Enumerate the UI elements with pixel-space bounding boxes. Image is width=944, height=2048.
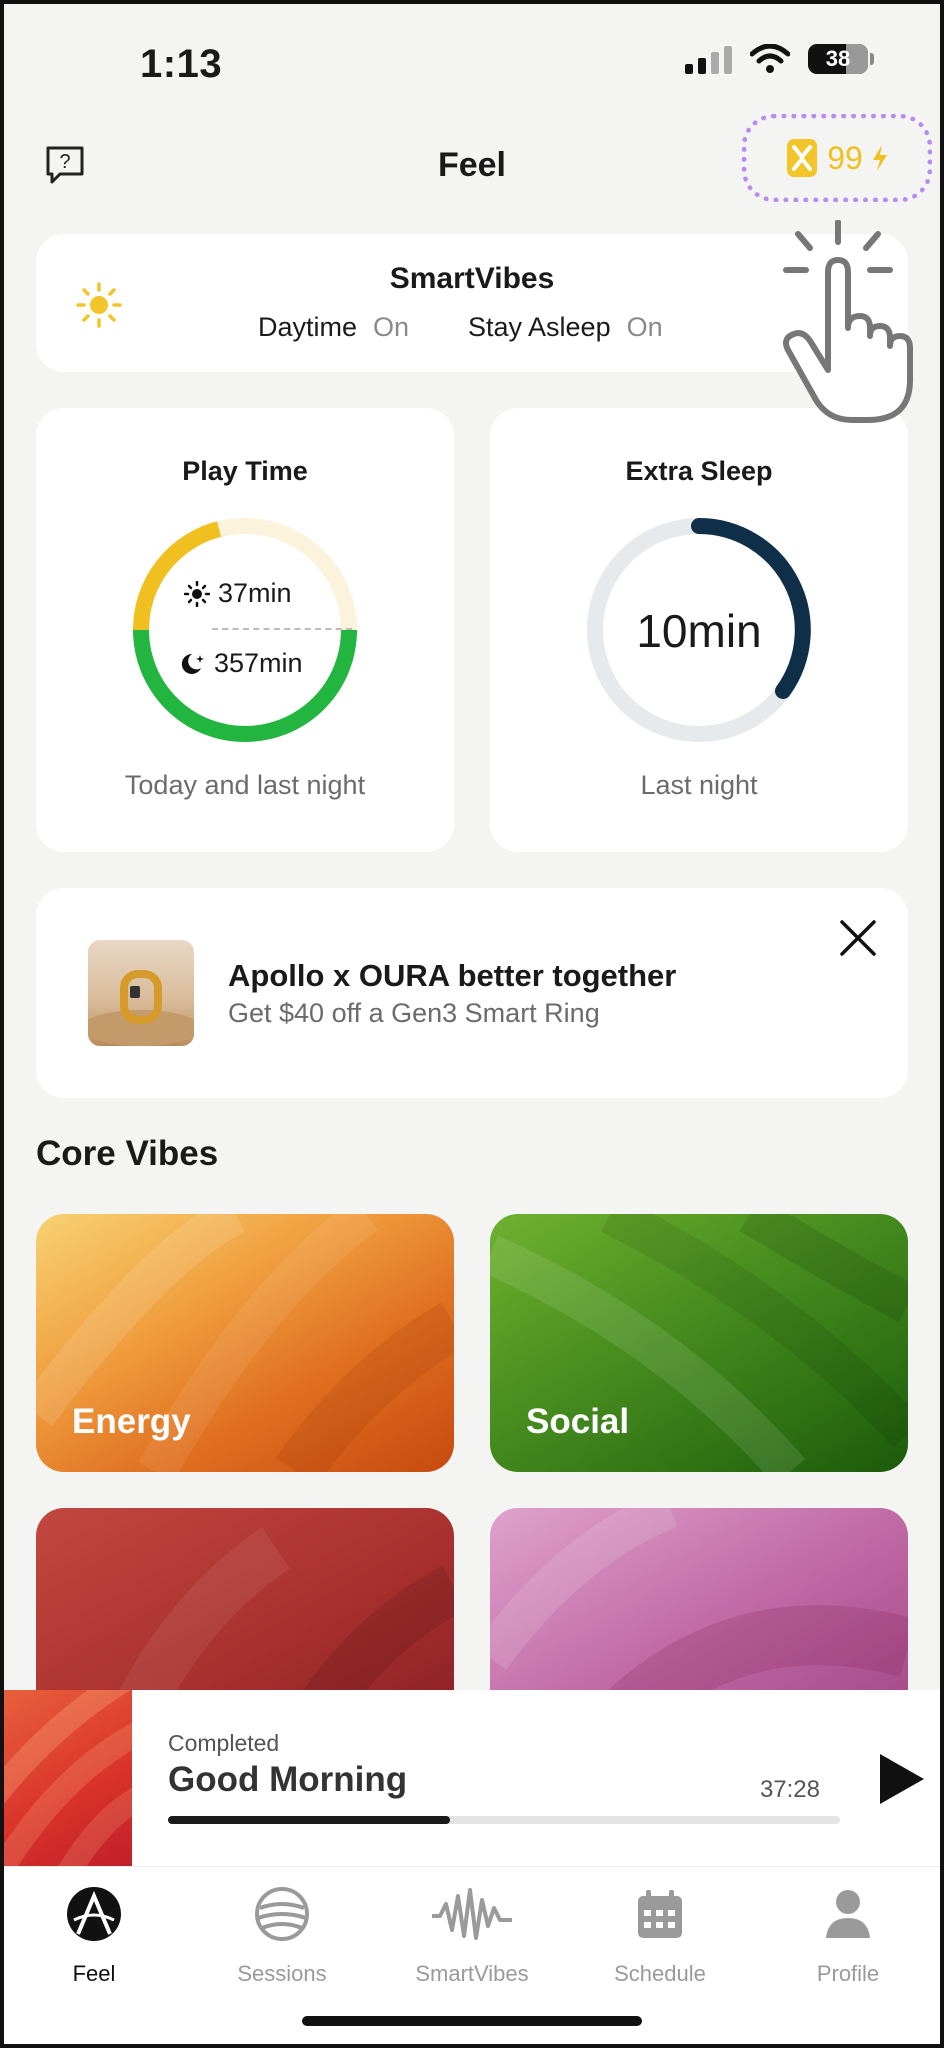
stay-asleep-label: Stay Asleep [468, 312, 611, 342]
tab-label: Feel [72, 1961, 116, 1986]
close-icon [840, 920, 876, 956]
day-play-row: 37min [184, 578, 292, 609]
extra-sleep-title: Extra Sleep [625, 456, 773, 486]
extra-sleep-card[interactable]: Extra Sleep 10min Last night [490, 408, 908, 852]
calendar-icon [638, 1890, 682, 1938]
coin-count: 99 [827, 139, 863, 176]
tab-label: SmartVibes [415, 1961, 529, 1986]
play-time-title: Play Time [182, 456, 308, 486]
extra-sleep-value: 10min [636, 605, 762, 657]
now-playing-bar[interactable]: Completed Good Morning 37:28 [4, 1690, 940, 1866]
close-promo-button[interactable] [836, 916, 880, 960]
vibe-label: Energy [72, 1402, 191, 1441]
sessions-globe-icon [255, 1887, 309, 1941]
daytime-status: Daytime On [258, 312, 409, 343]
progress-fill [168, 1816, 451, 1824]
sun-small-icon [184, 580, 210, 607]
vibe-social[interactable]: Social [490, 1214, 908, 1472]
home-indicator [302, 2016, 642, 2026]
stay-asleep-value: On [626, 312, 663, 342]
vibe-label: Social [526, 1402, 630, 1441]
battery-icon: 38 [808, 44, 874, 74]
daytime-value: On [373, 312, 410, 342]
tab-sessions[interactable]: Sessions [192, 1883, 372, 1987]
ring-divider [212, 628, 352, 630]
person-icon [826, 1890, 870, 1938]
night-play-value: 357min [214, 648, 303, 678]
extra-sleep-subtitle: Last night [640, 770, 758, 800]
day-play-value: 37min [218, 578, 292, 608]
tab-label: Sessions [237, 1961, 327, 1986]
moon-icon [181, 653, 204, 674]
now-playing-artwork [4, 1690, 132, 1866]
player-status: Completed [168, 1730, 280, 1756]
tab-label: Schedule [614, 1961, 706, 1986]
promo-title: Apollo x OURA better together [228, 958, 677, 993]
play-icon [880, 1754, 924, 1804]
battery-level: 38 [825, 46, 851, 71]
tab-label: Profile [816, 1961, 880, 1986]
promo-card[interactable]: Apollo x OURA better together Get $40 of… [36, 888, 908, 1098]
play-time-ring [132, 518, 357, 742]
smart-ring-image [88, 940, 194, 1046]
night-play-row: 357min [178, 648, 303, 679]
progress-bar[interactable] [168, 1816, 840, 1824]
status-icons: 38 [685, 44, 874, 74]
apollo-logo-icon [67, 1887, 121, 1941]
player-title: Good Morning [168, 1760, 408, 1799]
bolt-icon [872, 145, 887, 171]
play-button[interactable] [874, 1752, 928, 1806]
waveform-icon [432, 1888, 512, 1940]
play-time-subtitle: Today and last night [124, 770, 366, 800]
vibe-energy[interactable]: Energy [36, 1214, 454, 1472]
play-time-card[interactable]: Play Time 37min 357min Today and last ni… [36, 408, 454, 852]
core-vibes-title: Core Vibes [36, 1134, 219, 1173]
promo-subtitle: Get $40 off a Gen3 Smart Ring [228, 998, 600, 1028]
tab-schedule[interactable]: Schedule [570, 1883, 750, 1987]
player-time: 37:28 [759, 1776, 820, 1803]
coins-badge[interactable]: 99 [742, 114, 932, 202]
daytime-label: Daytime [258, 312, 358, 342]
tab-profile[interactable]: Profile [758, 1883, 938, 1987]
coin-icon [787, 139, 818, 177]
tab-feel[interactable]: Feel [4, 1883, 184, 1987]
tap-hand-icon [783, 220, 913, 423]
status-time: 1:13 [140, 42, 223, 86]
wifi-icon [750, 44, 790, 73]
tab-smartvibes[interactable]: SmartVibes [382, 1883, 562, 1987]
cellular-signal-icon [685, 44, 732, 74]
stay-asleep-status: Stay Asleep On [468, 312, 663, 343]
